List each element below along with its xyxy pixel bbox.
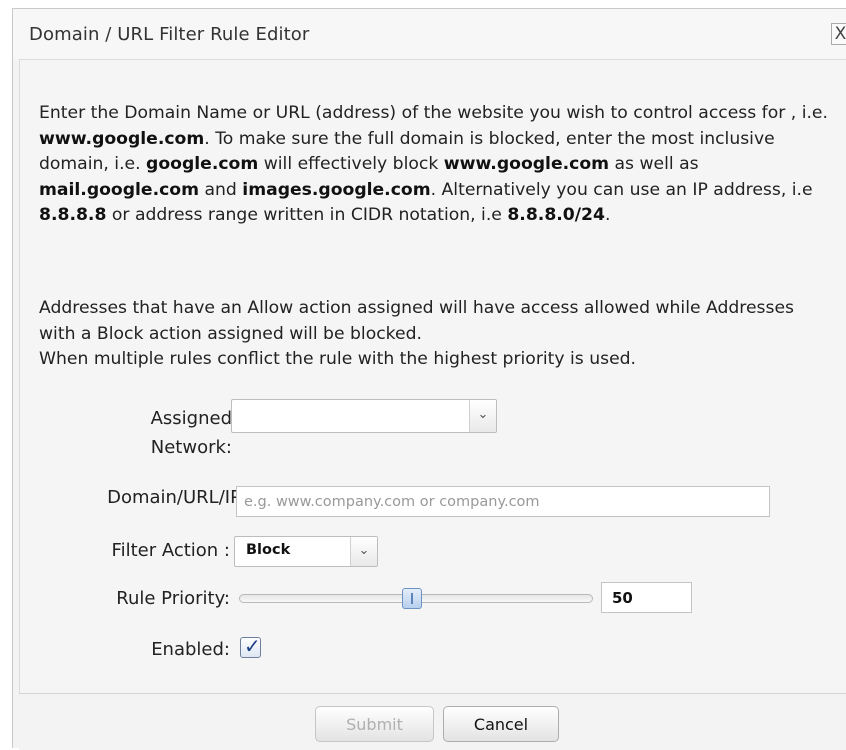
- filter-action-label: Filter Action :: [111, 540, 230, 561]
- filter-action-value: Block: [246, 542, 291, 558]
- enabled-checkbox[interactable]: ✓: [240, 634, 261, 658]
- dialog-content: Enter the Domain Name or URL (address) o…: [19, 59, 846, 693]
- assigned-network-select[interactable]: ⌄: [231, 399, 497, 433]
- checkmark-icon: ✓: [244, 634, 261, 658]
- chevron-down-icon[interactable]: ⌄: [350, 537, 377, 566]
- cancel-button[interactable]: Cancel: [443, 706, 559, 742]
- submit-button[interactable]: Submit: [315, 706, 434, 742]
- enabled-label: Enabled:: [151, 639, 230, 660]
- domain-input[interactable]: [236, 486, 770, 517]
- rule-priority-slider-handle[interactable]: [402, 588, 422, 609]
- intro-paragraph-1: Enter the Domain Name or URL (address) o…: [39, 103, 828, 225]
- rule-priority-label: Rule Priority:: [116, 588, 230, 609]
- assigned-network-label: Assigned Network:: [150, 408, 232, 458]
- dialog-title: Domain / URL Filter Rule Editor: [29, 24, 310, 45]
- chevron-down-icon[interactable]: ⌄: [469, 400, 496, 432]
- filter-action-select[interactable]: Block ⌄: [234, 536, 378, 567]
- dialog-footer: Submit Cancel: [19, 693, 846, 750]
- close-button[interactable]: X: [831, 23, 846, 45]
- dialog-titlebar: Domain / URL Filter Rule Editor X: [13, 9, 846, 59]
- domain-label: Domain/URL/IP:: [107, 487, 247, 508]
- rule-priority-input[interactable]: [601, 582, 692, 613]
- intro-paragraph-2: Addresses that have an Allow action assi…: [39, 298, 794, 369]
- filter-rule-dialog: Domain / URL Filter Rule Editor X Enter …: [12, 8, 846, 750]
